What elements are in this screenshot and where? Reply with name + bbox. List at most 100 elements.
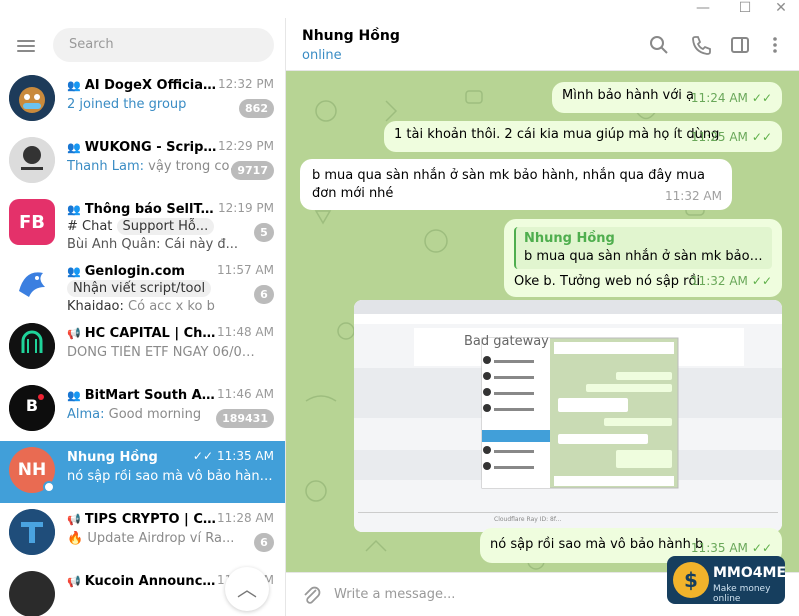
chat-item-bitmart[interactable]: B 👥 BitMart South Asia 11:46 AM Alma: Goo… <box>0 379 285 441</box>
attach-icon[interactable] <box>300 584 322 606</box>
sidebar-toggle-icon[interactable] <box>729 34 751 56</box>
group-icon: 👥 <box>67 78 81 92</box>
screenshot-title: Bad gateway <box>464 334 549 349</box>
avatar <box>9 261 55 307</box>
message-text: nó sập rồi sao mà vô bảo hành b <box>490 537 704 552</box>
chat-item-nhung-hong[interactable]: NH Nhung Hồng ✓✓ 11:35 AM nó sập rồi sao … <box>0 441 285 503</box>
message-bubble-out-reply[interactable]: Nhung Hồng b mua qua sàn nhắn ở sàn mk b… <box>504 219 782 297</box>
avatar-label: FB <box>18 211 45 233</box>
close-button[interactable]: ✕ <box>766 0 796 18</box>
read-ticks-icon: ✓✓ <box>751 130 772 144</box>
chat-header: Nhung Hồng online <box>286 18 799 71</box>
fire-icon: 🔥 <box>67 531 84 546</box>
message-meta: 11:24 AM ✓✓ <box>690 91 772 105</box>
chat-preview: DÒNG TIỀN ETF NGÀY 06/01 ... <box>67 345 262 360</box>
channel-icon: 📢 <box>67 574 81 588</box>
chat-preview-line-1: Nhận viết script/tool <box>67 280 247 300</box>
message-text: b mua qua sàn nhắn ở sàn mk bảo hành, nh… <box>312 168 705 201</box>
chat-item-hc-capital[interactable]: 📢HC CAPITAL | Chan... 11:48 AM DÒNG TIỀN… <box>0 317 285 379</box>
reply-text: b mua qua sàn nhắn ở sàn mk bảo hàn... <box>524 249 764 264</box>
phone-icon[interactable] <box>690 34 712 56</box>
peer-status: online <box>302 48 342 63</box>
chat-list: 👥AI DogeX Official C... 12:32 PM 2 joine… <box>0 69 285 616</box>
group-icon: 👥 <box>67 140 81 154</box>
minimize-button[interactable]: — <box>688 0 718 18</box>
topic-chip[interactable]: Support Hỗ... <box>116 218 215 235</box>
chat-title: 📢TIPS CRYPTO | Cha... <box>67 511 217 527</box>
image-message[interactable]: Bad gateway Cloudflare Ray ID: 8f... <box>354 300 782 532</box>
read-ticks-icon: ✓✓ <box>751 274 772 288</box>
screenshot-footer: Cloudflare Ray ID: 8f... <box>494 516 562 523</box>
avatar <box>9 75 55 121</box>
message-time: 11:32 AM <box>665 189 722 203</box>
message-bubble-out[interactable]: Mình bảo hành với ạ 11:24 AM ✓✓ <box>552 82 782 113</box>
svg-text:B: B <box>26 396 38 415</box>
chevron-up-icon: ︿ <box>237 577 257 601</box>
chat-preview-line-2: Khaidao: Có acc x ko b <box>67 299 215 314</box>
watermark-logo: $ MMO4ME Make money online <box>667 556 787 604</box>
message-meta: 11:25 AM ✓✓ <box>690 130 772 144</box>
message-bubble-in[interactable]: b mua qua sàn nhắn ở sàn mk bảo hành, nh… <box>300 159 732 210</box>
group-icon: 👥 <box>67 264 81 278</box>
chat-preview: nó sập rồi sao mà vô bảo hành b <box>67 469 277 484</box>
chat-preview: 2 joined the group <box>67 97 187 112</box>
dollar-icon: $ <box>673 562 709 598</box>
chat-preview-line-2: Bùi Anh Quân: Cái này đ... <box>67 237 239 252</box>
channel-icon: 📢 <box>67 326 81 340</box>
chat-item-tips-crypto[interactable]: 📢TIPS CRYPTO | Cha... 11:28 AM 🔥 Update … <box>0 503 285 565</box>
channel-icon: 📢 <box>67 512 81 526</box>
read-ticks-icon: ✓✓ <box>751 541 772 555</box>
unread-badge: 9717 <box>231 161 274 180</box>
chat-item-ai-dogex[interactable]: 👥AI DogeX Official C... 12:32 PM 2 joine… <box>0 69 285 131</box>
avatar <box>9 509 55 555</box>
unread-badge: 6 <box>254 285 274 304</box>
chat-title: 📢HC CAPITAL | Chan... <box>67 325 217 341</box>
maximize-button[interactable]: ☐ <box>730 0 760 18</box>
window-titlebar: — ☐ ✕ <box>0 0 799 18</box>
watermark-title: MMO4ME <box>713 565 787 581</box>
message-area: Mình bảo hành với ạ 11:24 AM ✓✓ 1 tài kho… <box>286 71 799 572</box>
avatar <box>9 137 55 183</box>
reply-author: Nhung Hồng <box>524 231 615 246</box>
avatar: FB <box>9 199 55 245</box>
chat-item-selltoo[interactable]: FB 👥Thông báo SellToo... 12:19 PM # Chat… <box>0 193 285 255</box>
unread-badge: 189431 <box>216 409 274 428</box>
avatar <box>9 571 55 616</box>
message-text: Mình bảo hành với ạ <box>562 88 694 103</box>
avatar <box>9 323 55 369</box>
chat-preview-line-1: # Chat Support Hỗ... <box>67 218 247 236</box>
message-bubble-out[interactable]: 1 tài khoản thôi. 2 cái kia mua giúp mà … <box>384 121 782 152</box>
message-input[interactable]: Write a message... <box>334 587 455 602</box>
unread-badge: 6 <box>254 533 274 552</box>
chat-time: 12:19 PM <box>218 201 274 215</box>
avatar: B <box>9 385 55 431</box>
message-meta: 11:32 AM ✓✓ <box>690 274 772 288</box>
online-indicator <box>43 481 55 493</box>
chat-title: 👥AI DogeX Official C... <box>67 77 217 93</box>
chat-time: 12:32 PM <box>218 77 274 91</box>
chat-item-genlogin[interactable]: 👥 Genlogin.com 11:57 AM Nhận viết script/… <box>0 255 285 317</box>
chat-preview: 🔥 Update Airdrop ví Ra... <box>67 531 235 546</box>
watermark-subtitle: Make money online <box>713 584 771 604</box>
search-icon[interactable] <box>648 34 670 56</box>
chat-time: 11:46 AM <box>217 387 274 401</box>
read-ticks-icon: ✓✓ <box>192 449 214 463</box>
chat-title: 📢Kucoin Announcem... <box>67 573 217 589</box>
reply-quote[interactable]: Nhung Hồng b mua qua sàn nhắn ở sàn mk b… <box>514 227 772 269</box>
peer-name[interactable]: Nhung Hồng <box>302 28 400 44</box>
message-text: 1 tài khoản thôi. 2 cái kia mua giúp mà … <box>394 127 720 142</box>
sidebar: Search 👥AI DogeX Official C... 12:32 PM … <box>0 18 286 616</box>
menu-icon[interactable] <box>17 40 35 52</box>
chat-item-wukong[interactable]: 👥WUKONG - Script G... 12:29 PM Thanh Lam… <box>0 131 285 193</box>
scroll-up-button[interactable]: ︿ <box>225 567 269 611</box>
chat-title: 👥Thông báo SellToo... <box>67 201 217 217</box>
message-text: Oke b. Tưởng web nó sập rồi <box>514 274 701 289</box>
unread-badge: 5 <box>254 223 274 242</box>
group-icon: 👥 <box>67 388 81 402</box>
screenshot-image <box>354 300 782 532</box>
search-input[interactable]: Search <box>53 28 274 62</box>
topic-chip[interactable]: Nhận viết script/tool <box>67 280 212 297</box>
more-options-icon[interactable] <box>764 34 786 56</box>
chat-title: 👥 Genlogin.com <box>67 263 185 279</box>
chat-time: 11:28 AM <box>217 511 274 525</box>
